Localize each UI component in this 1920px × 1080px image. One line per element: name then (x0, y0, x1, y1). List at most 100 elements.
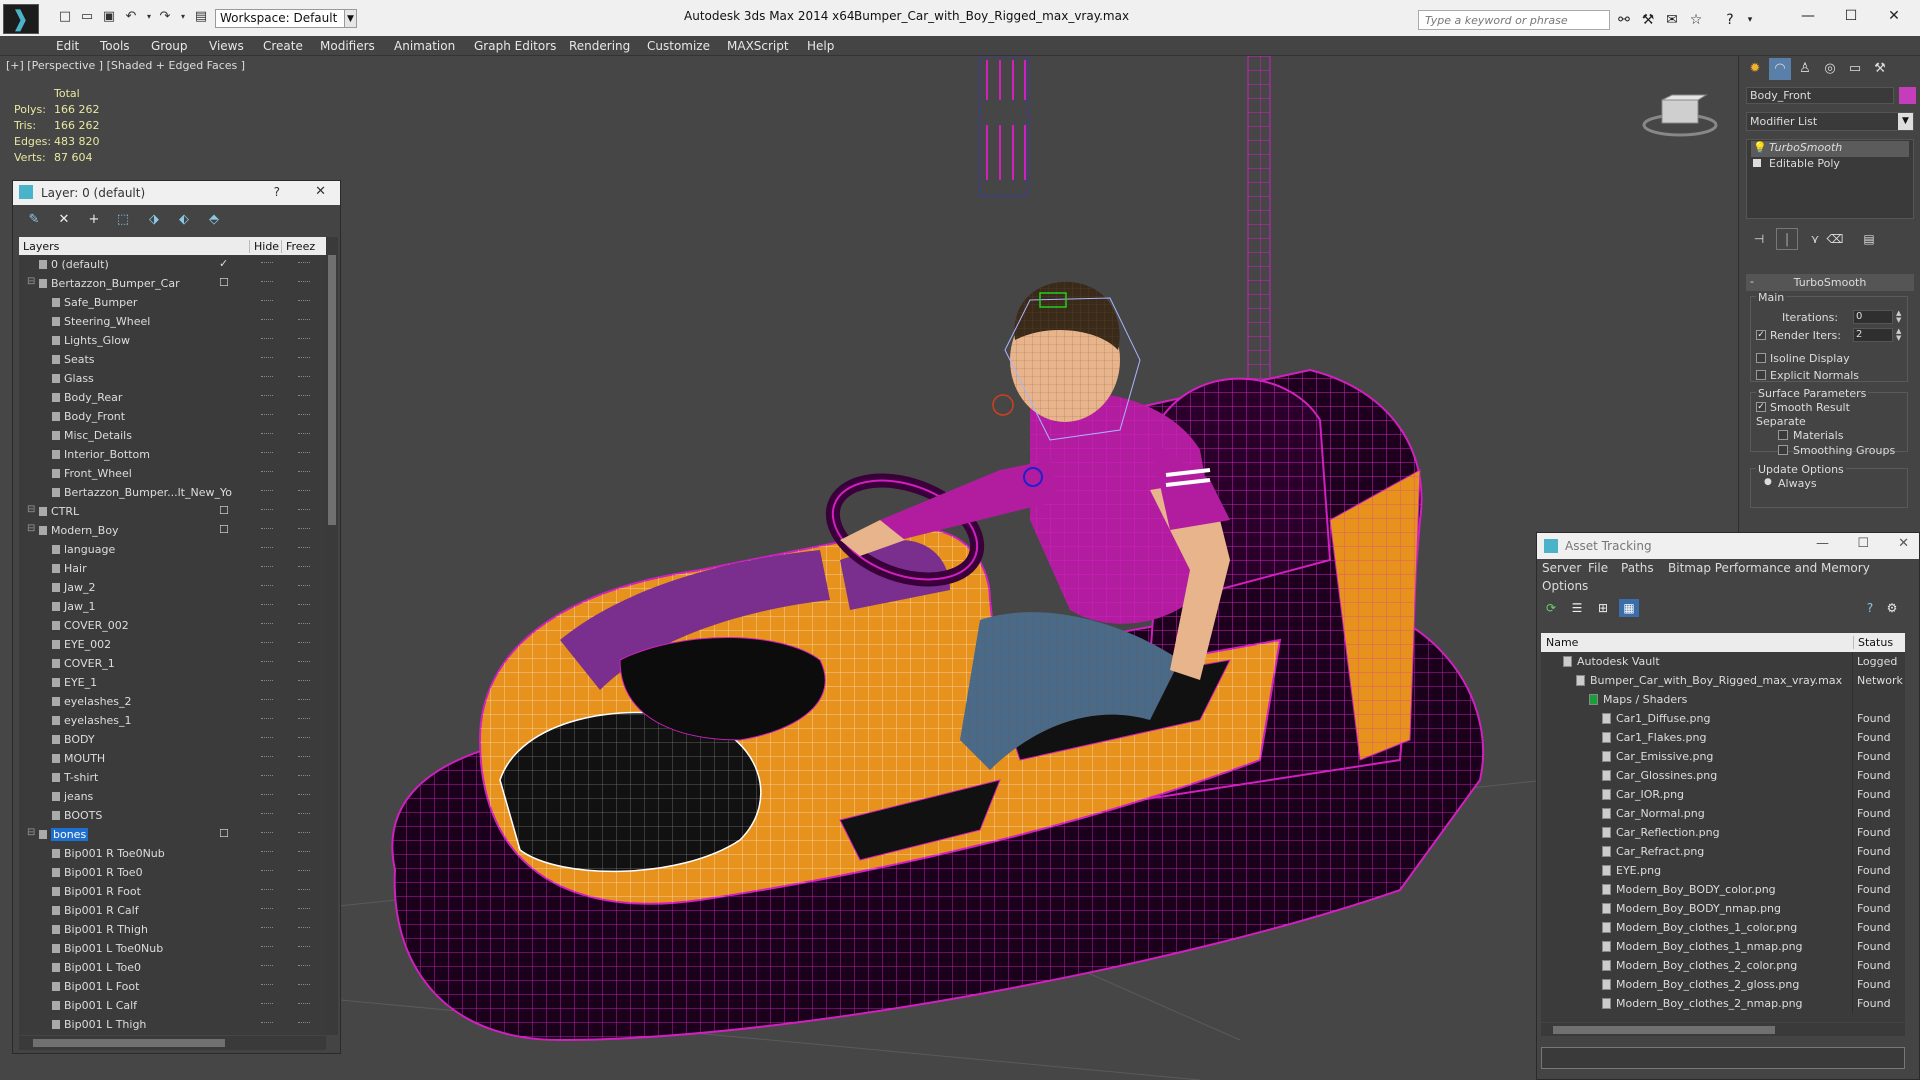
menu-options[interactable]: Options (1542, 579, 1588, 593)
asset-name[interactable]: Modern_Boy_clothes_2_color.png (1616, 959, 1797, 972)
layer-row[interactable]: EYE_002 (19, 635, 326, 654)
hide-toggle[interactable] (261, 1003, 273, 1005)
freeze-toggle[interactable] (298, 547, 310, 549)
freeze-toggle[interactable] (298, 794, 310, 796)
explicit-normals-checkbox[interactable] (1756, 370, 1766, 380)
radio-selected-icon[interactable]: ● (1764, 477, 1772, 487)
asset-name[interactable]: Car_Emissive.png (1616, 750, 1713, 763)
asset-name[interactable]: Modern_Boy_clothes_1_color.png (1616, 921, 1797, 934)
close-button[interactable]: ✕ (1898, 536, 1909, 551)
layer-row[interactable]: Bertazzon_Bumper...lt_New_Yo (19, 483, 326, 502)
layer-row[interactable]: Lights_Glow (19, 331, 326, 350)
layer-row[interactable]: BOOTS (19, 806, 326, 825)
col-freeze[interactable]: Freez (281, 240, 315, 253)
current-layer-icon[interactable]: ⬖ (175, 211, 193, 229)
freeze-toggle[interactable] (298, 832, 310, 834)
asset-row[interactable]: Car1_Flakes.png Found (1541, 728, 1905, 747)
hide-toggle[interactable] (261, 623, 273, 625)
menu-rendering[interactable]: Rendering (569, 39, 630, 53)
asset-row[interactable]: Maps / Shaders (1541, 690, 1905, 709)
layer-horizontal-scrollbar[interactable] (19, 1036, 326, 1050)
hide-toggle[interactable] (261, 984, 273, 986)
favorites-star-icon[interactable]: ☆ (1686, 10, 1706, 30)
hide-toggle[interactable] (261, 1022, 273, 1024)
layer-row[interactable]: Bip001 L Thigh (19, 1015, 326, 1034)
layer-row[interactable]: Misc_Details (19, 426, 326, 445)
layer-row[interactable]: Bip001 R Foot (19, 882, 326, 901)
minimize-button[interactable]: — (1816, 536, 1829, 551)
set-current-box-icon[interactable]: ☐ (219, 827, 229, 840)
help-icon[interactable]: ? (274, 185, 280, 199)
modify-tab-icon[interactable]: ◠ (1769, 58, 1791, 80)
asset-horizontal-scrollbar[interactable] (1541, 1023, 1905, 1036)
layer-name[interactable]: Glass (64, 372, 94, 385)
hide-toggle[interactable] (261, 965, 273, 967)
layer-row[interactable]: ⊟ Modern_Boy ☐ (19, 521, 326, 540)
layer-row[interactable]: BODY (19, 730, 326, 749)
layer-row[interactable]: Bip001 R Toe0Nub (19, 844, 326, 863)
menu-customize[interactable]: Customize (647, 39, 710, 53)
asset-name[interactable]: Modern_Boy_BODY_color.png (1616, 883, 1776, 896)
layer-name[interactable]: Bip001 R Calf (64, 904, 139, 917)
layer-row[interactable]: eyelashes_1 (19, 711, 326, 730)
layer-name[interactable]: Bip001 L Toe0Nub (64, 942, 163, 955)
collapse-toggle-icon[interactable]: ⊟ (27, 276, 35, 287)
hide-toggle[interactable] (261, 395, 273, 397)
hide-toggle[interactable] (261, 718, 273, 720)
asset-row[interactable]: Modern_Boy_BODY_color.png Found (1541, 880, 1905, 899)
isoline-display-checkbox[interactable] (1756, 353, 1766, 363)
layer-row[interactable]: Front_Wheel (19, 464, 326, 483)
menu-group[interactable]: Group (151, 39, 188, 53)
close-button[interactable]: ✕ (1876, 4, 1912, 28)
layer-name[interactable]: Steering_Wheel (64, 315, 150, 328)
asset-row[interactable]: Modern_Boy_BODY_nmap.png Found (1541, 899, 1905, 918)
layer-row[interactable]: T-shirt (19, 768, 326, 787)
help-dropdown-icon[interactable]: ▾ (1740, 10, 1760, 30)
layer-name[interactable]: BODY (64, 733, 95, 746)
freeze-toggle[interactable] (298, 509, 310, 511)
layer-row[interactable]: Interior_Bottom (19, 445, 326, 464)
select-objects-icon[interactable]: ⬚ (114, 211, 132, 229)
layer-name[interactable]: language (64, 543, 115, 556)
layer-row[interactable]: COVER_1 (19, 654, 326, 673)
layer-name[interactable]: Bip001 R Foot (64, 885, 141, 898)
hide-toggle[interactable] (261, 357, 273, 359)
freeze-toggle[interactable] (298, 927, 310, 929)
render-iters-spinner[interactable]: 2 (1853, 328, 1893, 342)
menu-bitmap-performance[interactable]: Bitmap Performance and Memory (1668, 561, 1870, 575)
hide-toggle[interactable] (261, 680, 273, 682)
layer-name[interactable]: Jaw_1 (64, 600, 95, 613)
asset-row[interactable]: Car_Emissive.png Found (1541, 747, 1905, 766)
asset-name[interactable]: Modern_Boy_clothes_2_nmap.png (1616, 997, 1803, 1010)
maximize-button[interactable]: ☐ (1833, 4, 1869, 28)
freeze-toggle[interactable] (298, 414, 310, 416)
layer-name[interactable]: Bip001 R Toe0Nub (64, 847, 165, 860)
hide-toggle[interactable] (261, 509, 273, 511)
modifier-list-dropdown[interactable]: Modifier List ▼ (1746, 112, 1914, 131)
freeze-toggle[interactable] (298, 604, 310, 606)
freeze-toggle[interactable] (298, 1022, 310, 1024)
asset-row[interactable]: Car_Refract.png Found (1541, 842, 1905, 861)
asset-row[interactable]: Modern_Boy_clothes_2_color.png Found (1541, 956, 1905, 975)
make-unique-icon[interactable]: ⋎ (1804, 228, 1826, 250)
layer-row[interactable]: Seats (19, 350, 326, 369)
minimize-button[interactable]: — (1790, 4, 1826, 28)
hide-toggle[interactable] (261, 889, 273, 891)
freeze-toggle[interactable] (298, 889, 310, 891)
freeze-toggle[interactable] (298, 452, 310, 454)
redo-icon[interactable]: ↷ (156, 9, 174, 25)
asset-name[interactable]: Car1_Flakes.png (1616, 731, 1706, 744)
layer-vertical-scrollbar[interactable] (326, 237, 338, 1035)
layer-name[interactable]: Bertazzon_Bumper_Car (51, 277, 180, 290)
layer-name[interactable]: Front_Wheel (64, 467, 132, 480)
layer-name[interactable]: 0 (default) (51, 258, 109, 271)
freeze-toggle[interactable] (298, 376, 310, 378)
layer-row[interactable]: Bip001 L Calf (19, 996, 326, 1015)
layer-name[interactable]: eyelashes_1 (64, 714, 132, 727)
layer-row[interactable]: ⊟ Bertazzon_Bumper_Car ☐ (19, 274, 326, 293)
freeze-toggle[interactable] (298, 1003, 310, 1005)
freeze-toggle[interactable] (298, 737, 310, 739)
collapse-toggle-icon[interactable]: ⊟ (27, 504, 35, 515)
stack-item-turbosmooth[interactable]: 💡 TurboSmooth (1751, 141, 1909, 157)
freeze-toggle[interactable] (298, 680, 310, 682)
